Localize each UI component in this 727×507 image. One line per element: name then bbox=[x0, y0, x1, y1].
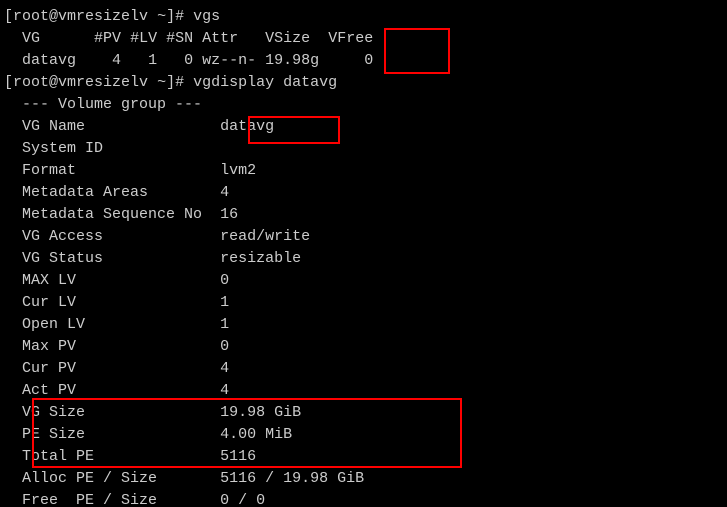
terminal-output: [root@vmresizelv ~]# vgs VG #PV #LV #SN … bbox=[0, 0, 727, 507]
vgs-hdr-pv: #PV bbox=[94, 30, 121, 47]
lbl-vg-size: VG Size bbox=[22, 404, 85, 421]
lbl-pe-size: PE Size bbox=[22, 426, 85, 443]
lbl-max-pv: Max PV bbox=[22, 338, 76, 355]
val-cur-lv: 1 bbox=[220, 294, 229, 311]
val-max-pv: 0 bbox=[220, 338, 229, 355]
lbl-alloc-pe: Alloc PE / Size bbox=[22, 470, 157, 487]
vgs-hdr-attr: Attr bbox=[202, 30, 238, 47]
vgs-hdr-lv: #LV bbox=[130, 30, 157, 47]
lbl-format: Format bbox=[22, 162, 76, 179]
lbl-max-lv: MAX LV bbox=[22, 272, 76, 289]
lbl-cur-lv: Cur LV bbox=[22, 294, 76, 311]
lbl-meta-areas: Metadata Areas bbox=[22, 184, 148, 201]
val-alloc-pe: 5116 / 19.98 GiB bbox=[220, 470, 364, 487]
val-vg-name: datavg bbox=[220, 118, 274, 135]
val-pe-size: 4.00 MiB bbox=[220, 426, 292, 443]
val-free-pe: 0 / 0 bbox=[220, 492, 265, 507]
vgs-row-vg: datavg bbox=[22, 52, 76, 69]
command-vgs: vgs bbox=[193, 8, 220, 25]
val-meta-areas: 4 bbox=[220, 184, 229, 201]
val-vg-size: 19.98 GiB bbox=[220, 404, 301, 421]
vgs-row-vsize: 19.98g bbox=[265, 52, 319, 69]
val-open-lv: 1 bbox=[220, 316, 229, 333]
command-vgdisplay: vgdisplay datavg bbox=[193, 74, 337, 91]
val-vg-access: read/write bbox=[220, 228, 310, 245]
vgs-row-vfree: 0 bbox=[364, 52, 373, 69]
lbl-cur-pv: Cur PV bbox=[22, 360, 76, 377]
vgs-row-pv: 4 bbox=[112, 52, 121, 69]
vgs-hdr-vfree: VFree bbox=[328, 30, 373, 47]
lbl-vg-name: VG Name bbox=[22, 118, 85, 135]
lbl-act-pv: Act PV bbox=[22, 382, 76, 399]
val-vg-status: resizable bbox=[220, 250, 301, 267]
prompt-host: vmresizelv bbox=[58, 8, 148, 25]
prompt-user: root bbox=[13, 74, 49, 91]
vgs-hdr-sn: #SN bbox=[166, 30, 193, 47]
lbl-total-pe: Total PE bbox=[22, 448, 94, 465]
vgs-row-attr: wz--n- bbox=[202, 52, 256, 69]
prompt-host: vmresizelv bbox=[58, 74, 148, 91]
lbl-vg-access: VG Access bbox=[22, 228, 103, 245]
lbl-meta-seq: Metadata Sequence No bbox=[22, 206, 202, 223]
lbl-open-lv: Open LV bbox=[22, 316, 85, 333]
val-format: lvm2 bbox=[220, 162, 256, 179]
prompt-user: root bbox=[13, 8, 49, 25]
vgs-hdr-vg: VG bbox=[22, 30, 40, 47]
val-act-pv: 4 bbox=[220, 382, 229, 399]
vgdisplay-header: --- Volume group --- bbox=[22, 96, 202, 113]
lbl-system-id: System ID bbox=[22, 140, 103, 157]
vgs-row-lv: 1 bbox=[148, 52, 157, 69]
lbl-vg-status: VG Status bbox=[22, 250, 103, 267]
prompt-cwd: ~ bbox=[157, 8, 166, 25]
val-max-lv: 0 bbox=[220, 272, 229, 289]
vgs-row-sn: 0 bbox=[184, 52, 193, 69]
lbl-free-pe: Free PE / Size bbox=[22, 492, 157, 507]
prompt-cwd: ~ bbox=[157, 74, 166, 91]
val-total-pe: 5116 bbox=[220, 448, 256, 465]
terminal-window[interactable]: [root@vmresizelv ~]# vgs VG #PV #LV #SN … bbox=[0, 0, 727, 507]
val-meta-seq: 16 bbox=[220, 206, 238, 223]
vgs-hdr-vsize: VSize bbox=[265, 30, 310, 47]
val-cur-pv: 4 bbox=[220, 360, 229, 377]
